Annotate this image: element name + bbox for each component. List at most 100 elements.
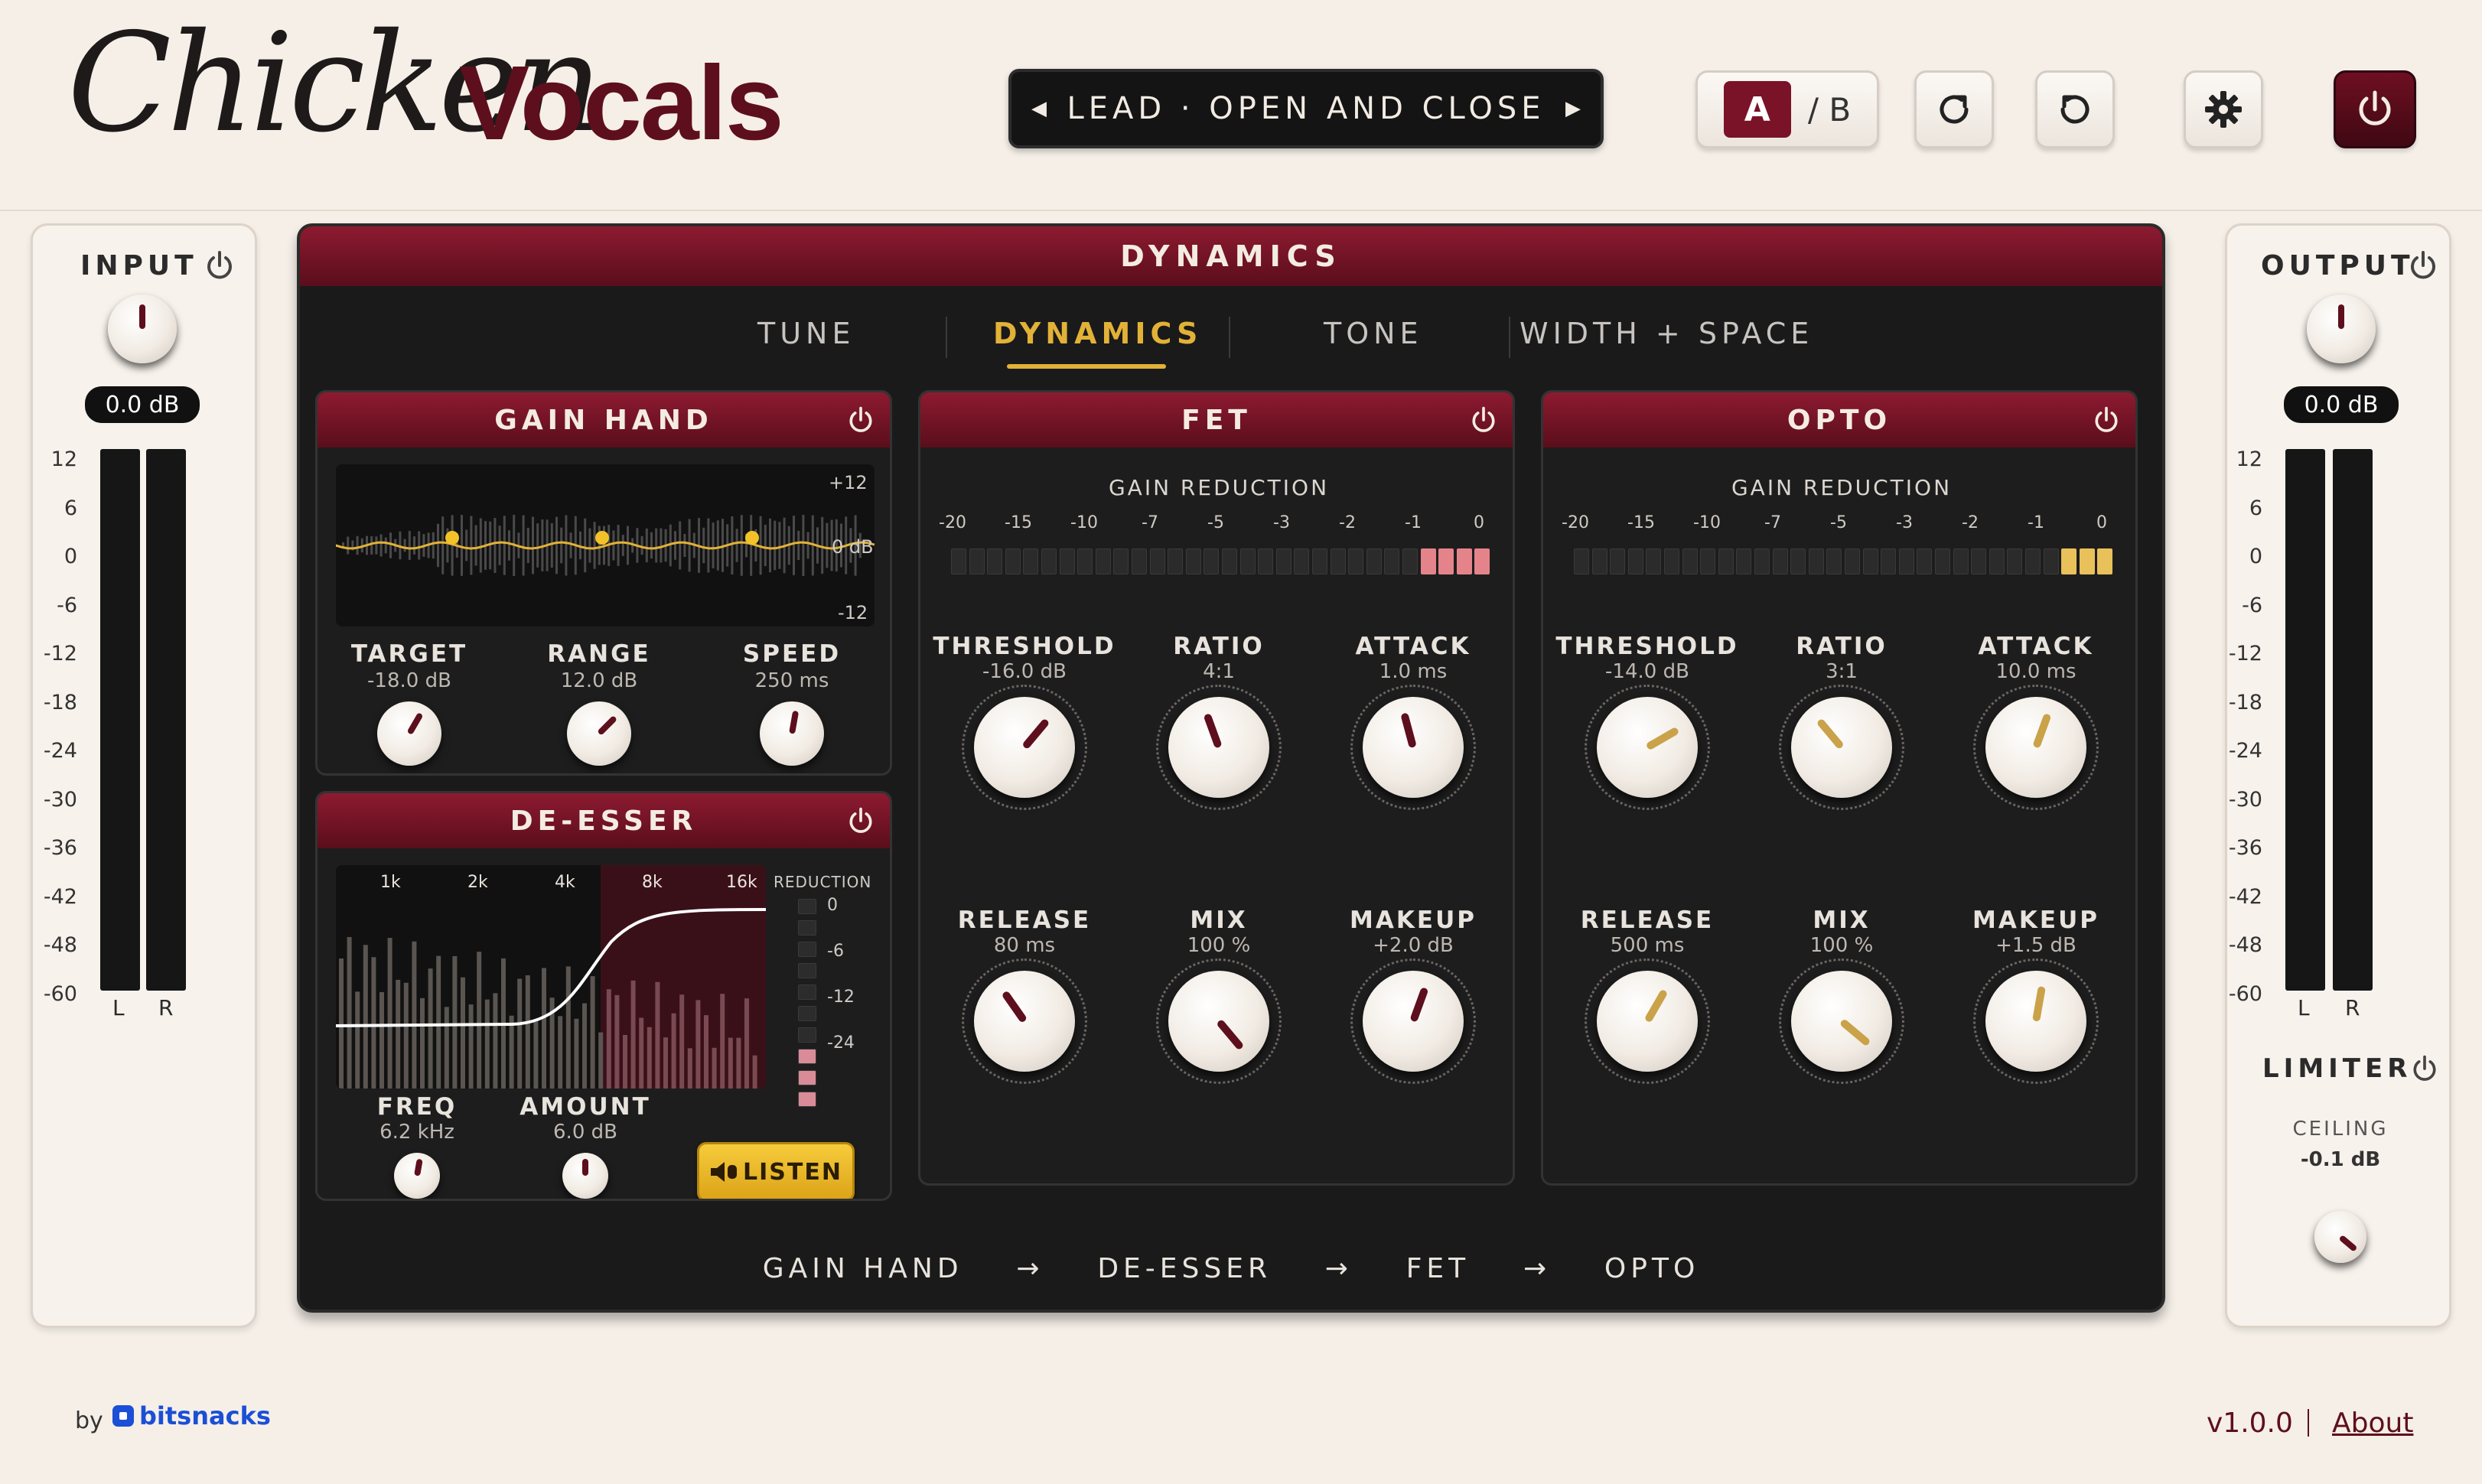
gain-node[interactable] [745,531,759,545]
chevron-right-icon[interactable]: ▶ [1565,97,1581,120]
gain-hand-power-icon[interactable] [845,405,876,435]
waveform-bar [802,515,805,576]
fet-gr-tick: -2 [1339,513,1356,532]
tab-tone[interactable]: TONE [1324,317,1423,350]
ab-compare[interactable]: A / B [1695,70,1879,148]
output-power-icon[interactable] [2406,249,2440,282]
waveform-bar [526,527,529,564]
main-power-button[interactable] [2334,70,2416,148]
settings-button[interactable] [2184,70,2263,148]
fet-gr-cell [1023,548,1039,574]
undo-button[interactable] [2035,70,2115,148]
redo-button[interactable] [1914,70,1994,148]
tab-dynamics[interactable]: DYNAMICS [993,317,1202,350]
opto-mix-knob[interactable] [1791,971,1892,1072]
meter-scale-tick: -36 [43,836,77,860]
limiter-power-icon[interactable] [2409,1053,2440,1084]
listen-button[interactable]: LISTEN [697,1142,855,1199]
fet-makeup-value: +2.0 dB [1373,934,1454,957]
opto-mix-value: 100 % [1809,934,1874,957]
spectrum-bar [428,968,433,1089]
reduction-segment [798,920,816,936]
spectrum-bar [614,994,620,1089]
waveform-bar [793,516,795,575]
de-esser-power-icon[interactable] [845,805,876,836]
b-button[interactable]: / B [1808,91,1851,129]
fet-threshold-knob[interactable] [974,697,1075,798]
tab-width-space[interactable]: WIDTH + SPACE [1519,317,1813,350]
spectrum-bar [347,936,352,1089]
meter-scale-tick: 6 [64,496,77,520]
fet-gr-tick: 0 [1474,513,1484,532]
amount-value: 6.0 dB [553,1121,617,1144]
input-power-icon[interactable] [203,249,236,282]
fet-gr-cell [1348,548,1364,574]
gain-node[interactable] [445,531,459,545]
opto-threshold-knob[interactable] [1597,697,1698,798]
about-link[interactable]: About [2332,1408,2413,1439]
ceiling-knob[interactable] [2314,1211,2366,1263]
opto-gr-cell [1610,548,1626,574]
target-knob[interactable] [377,701,441,766]
fet-mix-knob[interactable] [1168,971,1269,1072]
spectrum-bar [736,1037,741,1089]
opto-gr-cell [2043,548,2059,574]
waveform-bar [584,518,587,573]
output-meter-right [2333,449,2373,991]
opto-gr-cell [1989,548,2005,574]
reduction-segment [798,1092,816,1107]
waveform-bar [640,535,643,555]
listen-label: LISTEN [743,1158,842,1186]
opto-gr-tick: -7 [1764,513,1781,532]
fet-release-value: 80 ms [993,934,1056,957]
amount-knob[interactable] [562,1153,608,1199]
target-value: -18.0 dB [367,669,451,692]
speed-knob[interactable] [760,701,824,766]
fet-ratio-knob[interactable] [1168,697,1269,798]
knob-pointer [1021,718,1050,750]
opto-makeup-knob[interactable] [1985,971,2086,1072]
waveform-bar [503,516,506,575]
opto-attack-knob[interactable] [1985,697,2086,798]
a-button[interactable]: A [1723,81,1791,138]
waveform-bar [702,527,705,564]
de-esser-display[interactable] [336,865,766,1089]
fet-attack-knob[interactable] [1363,697,1464,798]
opto-release-knob[interactable] [1597,971,1698,1072]
fet-release-knob[interactable] [974,971,1075,1072]
gain-node[interactable] [595,531,609,545]
bitsnacks-brand[interactable]: bitsnacks [112,1401,271,1430]
opto-ratio-knob[interactable] [1791,697,1892,798]
waveform-bar [474,525,477,566]
waveform-bar [617,525,620,566]
de-esser-panel: DE-ESSER 1k 2k 4k 8k 16k REDUCTION 0 -6 -12 -24… [315,791,892,1201]
opto-gr-cell [1754,548,1770,574]
freq-knob[interactable] [394,1153,440,1199]
fet-makeup-knob[interactable] [1363,971,1464,1072]
fet-gr-cell [1275,548,1291,574]
output-title: OUTPUT [2261,250,2415,282]
freq-tick-label: 1k [380,873,401,892]
module-title: DYNAMICS [300,226,2162,286]
meter-scale-tick: -6 [57,593,77,617]
fet-gr-cell [1474,548,1490,574]
meter-scale-tick: -48 [2228,933,2262,957]
output-gain-knob[interactable] [2307,295,2376,363]
spectrum-bar [412,941,417,1089]
tab-tune[interactable]: TUNE [757,317,855,350]
output-meter-left [2285,449,2325,991]
freq-tick-label: 16k [726,873,757,892]
opto-gr-cell [2025,548,2041,574]
waveform-bar [437,523,439,568]
range-knob[interactable] [567,701,631,766]
fet-power-icon[interactable] [1468,405,1499,435]
tab-active-underline [1007,364,1166,369]
gain-hand-scale-bottom: -12 [838,602,868,623]
de-esser-spectrum [336,865,766,1089]
chevron-left-icon[interactable]: ◀ [1031,97,1047,120]
preset-selector[interactable]: ◀ LEAD · OPEN AND CLOSE ▶ [1008,69,1604,148]
opto-power-icon[interactable] [2091,405,2122,435]
waveform-bar [493,518,497,573]
input-gain-knob[interactable] [108,295,177,363]
gain-hand-display[interactable] [336,464,875,626]
